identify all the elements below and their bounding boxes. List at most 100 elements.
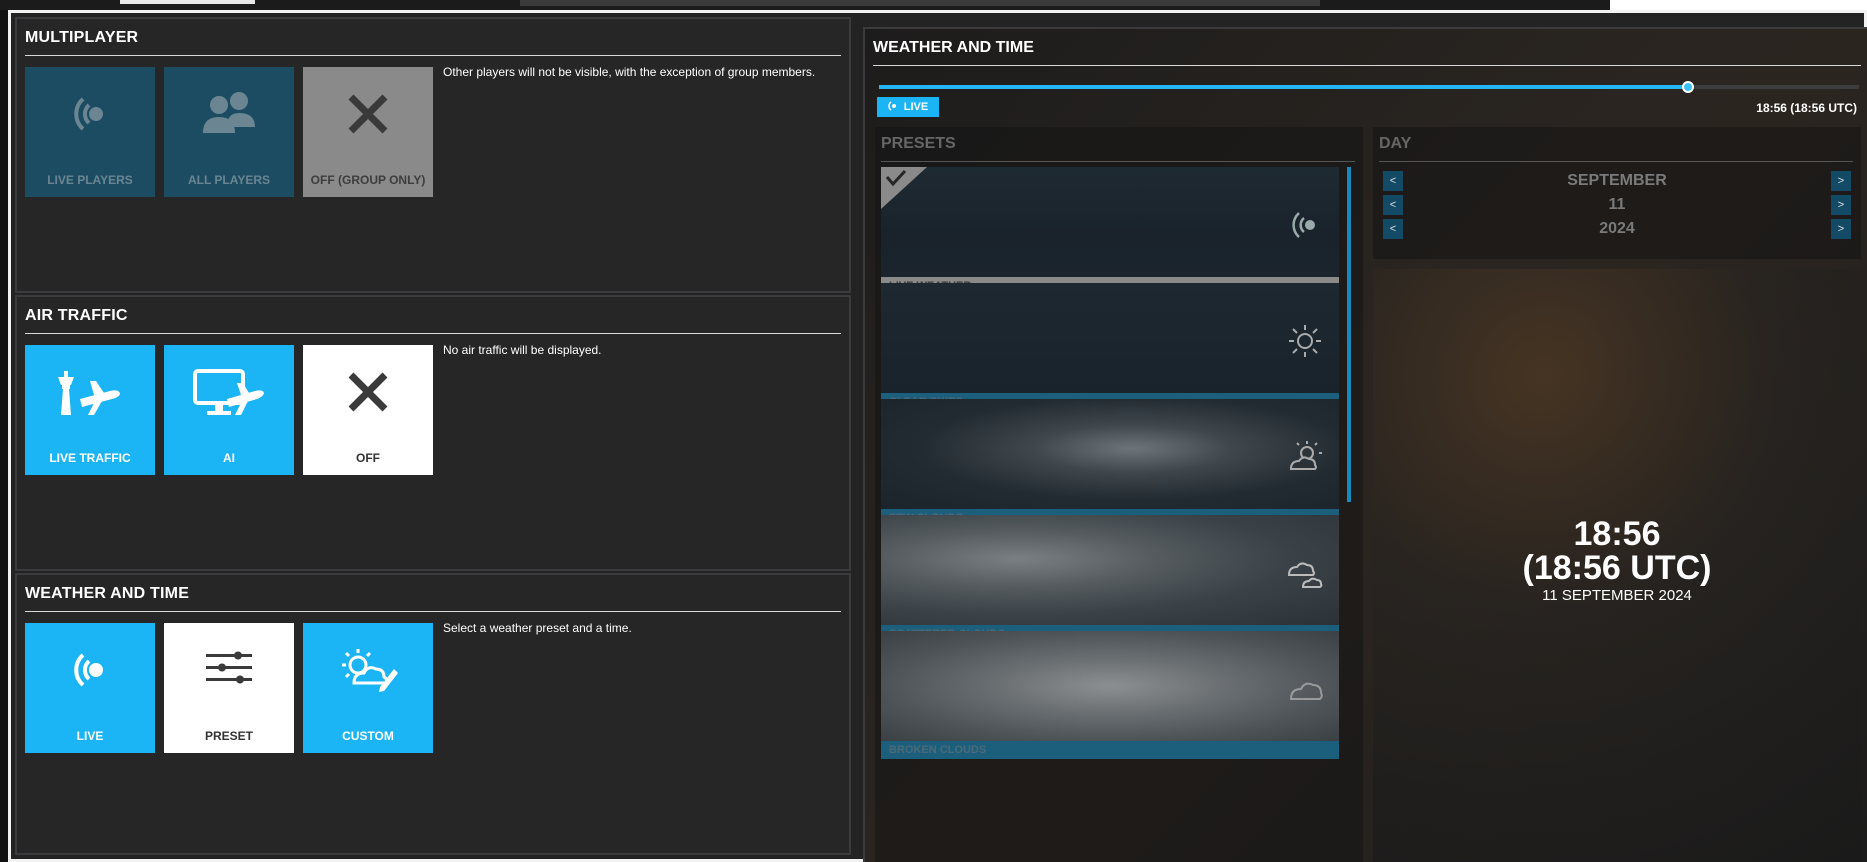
time-slider-handle[interactable] bbox=[1681, 81, 1694, 93]
chevron-right-icon: > bbox=[1837, 199, 1845, 211]
preset-label: BROKEN CLOUDS bbox=[881, 741, 1339, 759]
preset-scattered-clouds[interactable]: SCATTERED CLOUDS bbox=[881, 515, 1339, 643]
multiplayer-title: MULTIPLAYER bbox=[25, 29, 139, 46]
live-signal-icon bbox=[888, 100, 898, 114]
multiplayer-panel: MULTIPLAYER LIVE PLAYERS ALL PLAYERS OFF… bbox=[15, 17, 851, 293]
air-traffic-divider bbox=[25, 333, 841, 334]
chevron-right-icon: > bbox=[1837, 175, 1845, 187]
all-players-button[interactable]: ALL PLAYERS bbox=[164, 67, 294, 197]
air-traffic-panel: AIR TRAFFIC LIVE TRAFFIC AI OFF No air t… bbox=[15, 295, 851, 571]
preset-mode-label: PRESET bbox=[204, 729, 253, 743]
live-players-button[interactable]: LIVE PLAYERS bbox=[25, 67, 155, 197]
preset-few-clouds[interactable]: FEW CLOUDS bbox=[881, 399, 1339, 527]
presets-section: PRESETS LIVE WEATHER CLEAR SKIES FEW CLO… bbox=[875, 127, 1363, 862]
sliders-icon bbox=[202, 635, 256, 705]
preset-thumbnail bbox=[881, 515, 1339, 625]
clock-time: 18:56 (18:56 UTC) bbox=[1373, 517, 1861, 585]
presets-title: PRESETS bbox=[881, 135, 956, 152]
live-signal-icon bbox=[65, 79, 115, 149]
chevron-left-icon: < bbox=[1389, 199, 1397, 211]
live-weather-mode-label: LIVE bbox=[76, 729, 104, 743]
clouds-icon bbox=[1287, 562, 1323, 588]
preset-mode-button[interactable]: PRESET bbox=[164, 623, 294, 753]
weather-time-mode-description: Select a weather preset and a time. bbox=[443, 621, 632, 635]
preset-thumbnail bbox=[881, 399, 1339, 509]
live-signal-icon bbox=[1292, 212, 1315, 238]
top-strip-bar bbox=[520, 0, 1320, 6]
sun-cloud-icon bbox=[1289, 441, 1322, 470]
tower-plane-icon bbox=[54, 357, 126, 427]
chevron-left-icon: < bbox=[1389, 223, 1397, 235]
clock-display: 18:56 (18:56 UTC) 11 SEPTEMBER 2024 bbox=[1373, 269, 1861, 862]
current-timecode: 18:56 (18:56 UTC) bbox=[1756, 101, 1857, 115]
preset-thumbnail bbox=[881, 631, 1339, 741]
cloud-icon bbox=[1289, 682, 1323, 700]
multiplayer-divider bbox=[25, 55, 841, 56]
custom-mode-label: CUSTOM bbox=[342, 729, 394, 743]
live-signal-icon bbox=[65, 635, 115, 705]
preset-broken-clouds[interactable]: BROKEN CLOUDS bbox=[881, 631, 1339, 759]
weather-time-panel: WEATHER AND TIME LIVE 18:56 (18:56 UTC) … bbox=[863, 27, 1867, 862]
year-selector: < 2024 > bbox=[1383, 218, 1851, 240]
day-value: 11 bbox=[1608, 196, 1626, 213]
ai-traffic-label: AI bbox=[223, 451, 235, 465]
all-players-label: ALL PLAYERS bbox=[187, 173, 271, 187]
chevron-left-icon: < bbox=[1389, 175, 1397, 187]
close-icon bbox=[343, 79, 393, 149]
main-frame: MULTIPLAYER LIVE PLAYERS ALL PLAYERS OFF… bbox=[8, 10, 1867, 862]
live-traffic-label: LIVE TRAFFIC bbox=[49, 451, 131, 465]
day-next-button[interactable]: > bbox=[1831, 195, 1851, 215]
day-title: DAY bbox=[1379, 135, 1412, 152]
month-selector: < SEPTEMBER > bbox=[1383, 170, 1851, 192]
custom-mode-button[interactable]: CUSTOM bbox=[303, 623, 433, 753]
top-strip bbox=[0, 0, 1867, 10]
month-value: SEPTEMBER bbox=[1567, 172, 1667, 189]
year-value: 2024 bbox=[1599, 220, 1635, 237]
live-players-label: LIVE PLAYERS bbox=[47, 173, 133, 187]
day-divider bbox=[1379, 161, 1853, 162]
presets-scrollbar[interactable] bbox=[1347, 167, 1351, 502]
year-next-button[interactable]: > bbox=[1831, 219, 1851, 239]
weather-edit-icon bbox=[336, 635, 400, 705]
day-previous-button[interactable]: < bbox=[1383, 195, 1403, 215]
close-icon bbox=[343, 357, 393, 427]
preset-thumbnail bbox=[881, 167, 1339, 277]
live-traffic-button[interactable]: LIVE TRAFFIC bbox=[25, 345, 155, 475]
off-group-only-label: OFF (GROUP ONLY) bbox=[310, 173, 426, 187]
traffic-off-button[interactable]: OFF bbox=[303, 345, 433, 475]
monitor-plane-icon bbox=[191, 357, 267, 427]
day-selector: < 11 > bbox=[1383, 194, 1851, 216]
preset-live-weather[interactable]: LIVE WEATHER bbox=[881, 167, 1339, 295]
clock-date: 11 SEPTEMBER 2024 bbox=[1542, 587, 1692, 604]
top-strip-highlight bbox=[120, 0, 255, 4]
live-time-label: LIVE bbox=[903, 101, 929, 113]
clock-time-local: 18:56 bbox=[1573, 515, 1661, 553]
users-icon bbox=[197, 79, 261, 149]
time-slider[interactable] bbox=[879, 81, 1859, 93]
preset-thumbnail bbox=[881, 283, 1339, 393]
weather-time-mode-divider bbox=[25, 611, 841, 612]
sun-icon bbox=[1289, 325, 1321, 357]
multiplayer-description: Other players will not be visible, with … bbox=[443, 65, 816, 79]
month-previous-button[interactable]: < bbox=[1383, 171, 1403, 191]
selected-check-icon bbox=[881, 167, 927, 209]
weather-time-title: WEATHER AND TIME bbox=[873, 39, 1034, 56]
weather-time-mode-title: WEATHER AND TIME bbox=[25, 585, 190, 602]
air-traffic-description: No air traffic will be displayed. bbox=[443, 343, 602, 357]
air-traffic-title: AIR TRAFFIC bbox=[25, 307, 128, 324]
month-next-button[interactable]: > bbox=[1831, 171, 1851, 191]
top-strip-corner bbox=[1610, 0, 1867, 10]
traffic-off-label: OFF bbox=[356, 451, 380, 465]
live-time-button[interactable]: LIVE bbox=[877, 97, 939, 117]
preset-clear-skies[interactable]: CLEAR SKIES bbox=[881, 283, 1339, 411]
ai-traffic-button[interactable]: AI bbox=[164, 345, 294, 475]
weather-time-mode-panel: WEATHER AND TIME LIVE PRESET CUSTOM Sele… bbox=[15, 573, 851, 855]
year-previous-button[interactable]: < bbox=[1383, 219, 1403, 239]
clock-time-utc: (18:56 UTC) bbox=[1522, 549, 1712, 587]
day-section: DAY < SEPTEMBER > < 11 > < 2024 > bbox=[1373, 127, 1861, 259]
time-slider-fill bbox=[879, 85, 1688, 89]
chevron-right-icon: > bbox=[1837, 223, 1845, 235]
weather-time-divider bbox=[873, 65, 1861, 66]
off-group-only-button[interactable]: OFF (GROUP ONLY) bbox=[303, 67, 433, 197]
live-weather-mode-button[interactable]: LIVE bbox=[25, 623, 155, 753]
